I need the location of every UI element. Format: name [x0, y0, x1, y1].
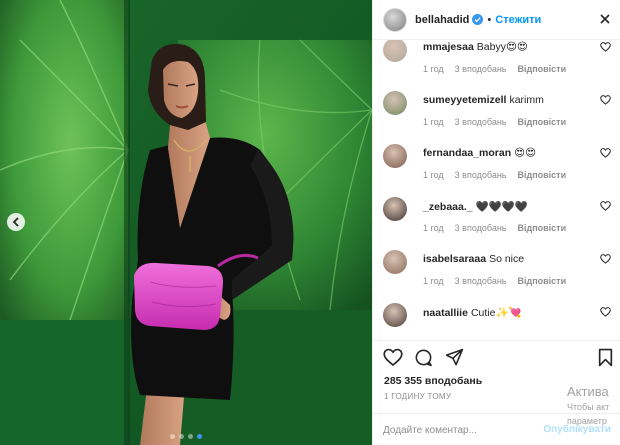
commenter-username[interactable]: isabelsaraaa — [423, 253, 486, 265]
comment-likes[interactable]: 3 вподобань — [455, 64, 507, 74]
author-username[interactable]: bellahadid — [415, 14, 469, 26]
carousel-dot — [197, 434, 202, 439]
add-comment-bar: Опублікувати — [373, 413, 620, 445]
share-icon[interactable] — [445, 348, 464, 367]
comment-body: karimm — [509, 94, 544, 106]
comment-row: fernandaa_moran 😍😍 1 год 3 вподобань Відпові… — [383, 144, 611, 194]
reply-button[interactable]: Відповісти — [518, 64, 567, 74]
comment-like-heart-icon[interactable] — [600, 42, 611, 52]
bookmark-icon[interactable] — [598, 348, 613, 367]
comment-text: isabelsaraaa So nice — [423, 253, 524, 265]
comment-text: naatalliie Cutie✨💘 — [423, 306, 522, 319]
commenter-username[interactable]: mmajesaa — [423, 41, 474, 53]
reply-button[interactable]: Відповісти — [518, 223, 567, 233]
header-separator: • — [487, 13, 492, 26]
author-avatar[interactable] — [383, 7, 407, 32]
comment-likes[interactable]: 3 вподобань — [455, 170, 507, 180]
carousel-prev-button[interactable] — [7, 213, 25, 231]
comment-meta: 1 год 3 вподобань Відповісти — [423, 276, 577, 286]
commenter-avatar[interactable] — [383, 303, 407, 327]
comment-body: Babyy😍😍 — [476, 41, 528, 53]
carousel-dot — [188, 434, 193, 439]
commenter-username[interactable]: naatalliie — [423, 307, 468, 319]
comment-meta: 1 год 3 вподобань Відповісти — [423, 117, 577, 127]
comment-meta: 1 год 3 вподобань Відповісти — [423, 223, 577, 233]
commenter-username[interactable]: fernandaa_moran — [423, 147, 511, 159]
post-photo[interactable] — [0, 0, 372, 445]
verified-badge-icon — [472, 14, 484, 25]
commenter-username[interactable]: _zebaaa._ — [423, 201, 473, 213]
carousel-dot — [170, 434, 175, 439]
comment-time[interactable]: 1 год — [423, 117, 444, 127]
comment-input[interactable] — [383, 422, 543, 438]
comment-text: _zebaaa._ 🖤🖤🖤🖤 — [423, 200, 528, 213]
comment-time[interactable]: 1 год — [423, 223, 444, 233]
comment-time[interactable]: 1 год — [423, 64, 444, 74]
comment-row: _zebaaa._ 🖤🖤🖤🖤 1 год 3 вподобань Відповісти — [383, 197, 611, 247]
comment-row: isabelsaraaa So nice 1 год 3 вподобань Відпо… — [383, 250, 611, 300]
reply-button[interactable]: Відповісти — [518, 170, 567, 180]
comment-meta: 1 год 3 вподобань Відповісти — [423, 170, 577, 180]
comment-body: Cutie✨💘 — [470, 307, 522, 319]
comment-text: fernandaa_moran 😍😍 — [423, 147, 536, 159]
comment-body: So nice — [489, 253, 525, 265]
likes-count[interactable]: 285 355 вподобань — [384, 375, 482, 387]
commenter-avatar[interactable] — [383, 91, 407, 115]
reply-button[interactable]: Відповісти — [518, 276, 567, 286]
comment-like-heart-icon[interactable] — [600, 201, 611, 211]
post-actions-bar — [373, 340, 620, 372]
comment-like-heart-icon[interactable] — [600, 95, 611, 105]
carousel-dot — [179, 434, 184, 439]
comment-icon[interactable] — [414, 348, 433, 367]
comment-row: sumeyyetemizell karimm 1 год 3 вподобань Від… — [383, 91, 611, 141]
commenter-avatar[interactable] — [383, 250, 407, 274]
close-icon[interactable] — [598, 12, 612, 26]
chevron-left-icon — [12, 217, 19, 227]
post-image — [0, 0, 372, 445]
comment-text: sumeyyetemizell karimm — [423, 94, 544, 106]
comment-text: mmajesaa Babyy😍😍 — [423, 41, 528, 53]
comment-like-heart-icon[interactable] — [600, 307, 611, 317]
post-header: bellahadid • Стежити — [373, 0, 620, 40]
commenter-avatar[interactable] — [383, 144, 407, 168]
comments-list[interactable]: mmajesaa Babyy😍😍 1 год 3 вподобань Відповіст… — [373, 40, 620, 340]
follow-button[interactable]: Стежити — [495, 14, 541, 26]
commenter-avatar[interactable] — [383, 40, 407, 62]
reply-button[interactable]: Відповісти — [518, 117, 567, 127]
comment-like-heart-icon[interactable] — [600, 148, 611, 158]
post-timestamp[interactable]: 1 ГОДИНУ ТОМУ — [384, 392, 451, 401]
comment-body: 😍😍 — [514, 147, 537, 159]
comment-meta: 1 год 3 вподобань Відповісти — [423, 64, 577, 74]
commenter-username[interactable]: sumeyyetemizell — [423, 94, 506, 106]
comment-time[interactable]: 1 год — [423, 170, 444, 180]
commenter-avatar[interactable] — [383, 197, 407, 221]
comment-time[interactable]: 1 год — [423, 276, 444, 286]
comment-likes[interactable]: 3 вподобань — [455, 223, 507, 233]
comment-row: naatalliie Cutie✨💘 — [383, 303, 611, 340]
comment-likes[interactable]: 3 вподобань — [455, 117, 507, 127]
carousel-indicator — [0, 434, 372, 439]
comment-likes[interactable]: 3 вподобань — [455, 276, 507, 286]
comment-body: 🖤🖤🖤🖤 — [475, 201, 528, 213]
post-side-panel: bellahadid • Стежити mmajesaa Babyy😍😍 1 го… — [372, 0, 620, 445]
comment-row: mmajesaa Babyy😍😍 1 год 3 вподобань Відповіст… — [383, 40, 611, 88]
publish-button[interactable]: Опублікувати — [543, 424, 611, 435]
comment-like-heart-icon[interactable] — [600, 254, 611, 264]
heart-icon[interactable] — [383, 348, 403, 367]
